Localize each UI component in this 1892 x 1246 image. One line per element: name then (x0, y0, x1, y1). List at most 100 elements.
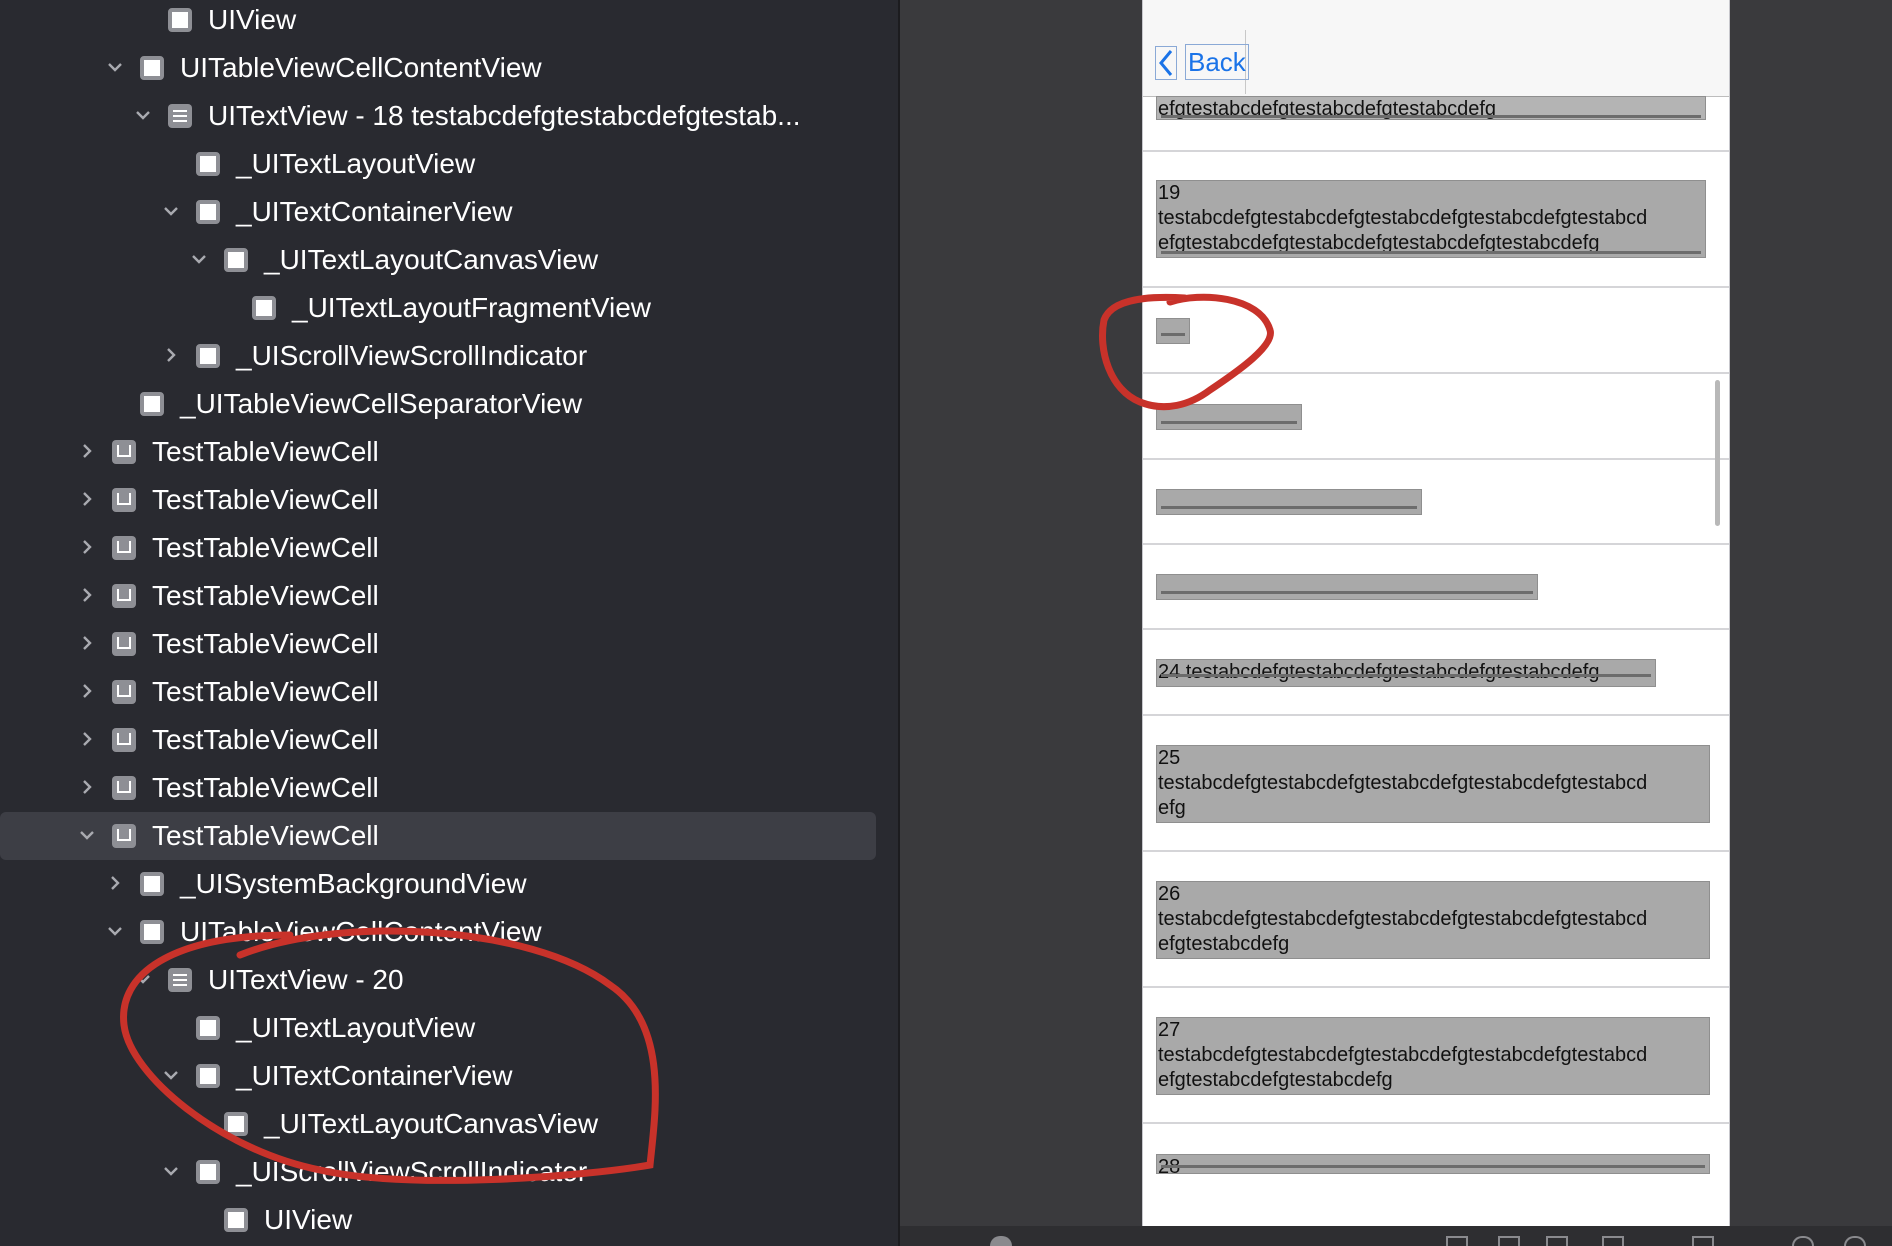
frame-icon[interactable] (1498, 1236, 1520, 1246)
disclosure-collapsed-icon[interactable] (162, 346, 180, 364)
hierarchy-row[interactable]: UIView (0, 1196, 898, 1244)
hierarchy-row[interactable]: _UITextLayoutView (0, 1004, 898, 1052)
hierarchy-row[interactable]: _UITableViewCellSeparatorView (0, 380, 898, 428)
text-view-icon (168, 104, 192, 128)
hierarchy-row[interactable]: _UITextLayoutFragmentView (0, 284, 898, 332)
view-icon (168, 8, 192, 32)
cell-separator (1143, 628, 1729, 630)
back-chevron-icon (1155, 46, 1177, 80)
cube-icon[interactable] (1692, 1236, 1714, 1246)
hierarchy-row-label: _UITextContainerView (236, 1060, 513, 1091)
hierarchy-row[interactable]: TestTableViewCell (0, 476, 898, 524)
disclosure-collapsed-icon[interactable] (78, 682, 96, 700)
hierarchy-row[interactable]: _UITextLayoutView (0, 140, 898, 188)
text-view[interactable] (1156, 404, 1302, 430)
disclosure-collapsed-icon[interactable] (78, 442, 96, 460)
text-line: efgtestabcdefg (1158, 933, 1290, 955)
disclosure-expanded-icon[interactable] (134, 970, 152, 988)
strike-line (1161, 591, 1533, 594)
disclosure-collapsed-icon[interactable] (78, 634, 96, 652)
text-view[interactable]: 24 testabcdefgtestabcdefgtestabcdefgtest… (1156, 659, 1656, 687)
view-icon (224, 1208, 248, 1232)
hierarchy-row-label: TestTableViewCell (152, 676, 379, 707)
text-line: efg (1158, 797, 1186, 819)
hierarchy-row[interactable]: TestTableViewCell (0, 716, 898, 764)
canvas-area: Back efgtestabcdefgtestabcdefgtestabcdef… (900, 0, 1892, 1246)
strike-line (1161, 1165, 1705, 1168)
disclosure-collapsed-icon[interactable] (78, 538, 96, 556)
text-view[interactable]: 25 testabcdefgtestabcdefgtestabcdefgtesta… (1156, 745, 1710, 823)
hierarchy-row-label: TestTableViewCell (152, 628, 379, 659)
hierarchy-row[interactable]: TestTableViewCell (0, 668, 898, 716)
text-view[interactable] (1156, 574, 1538, 600)
hierarchy-row-label: _UITextLayoutView (236, 1012, 476, 1043)
disclosure-expanded-icon[interactable] (162, 1162, 180, 1180)
text-view[interactable] (1156, 318, 1190, 344)
hierarchy-row[interactable]: _UIScrollViewScrollIndicator (0, 1148, 898, 1196)
hierarchy-row-label: UITableViewCellContentView (180, 916, 542, 947)
disclosure-expanded-icon[interactable] (134, 106, 152, 124)
disclosure-collapsed-icon[interactable] (78, 490, 96, 508)
text-view[interactable]: 27 testabcdefgtestabcdefgtestabcdefgtesta… (1156, 1017, 1710, 1095)
cell-separator (1143, 850, 1729, 852)
hierarchy-row[interactable]: _UITextContainerView (0, 1052, 898, 1100)
back-button[interactable]: Back (1143, 30, 1249, 94)
strike-line (1161, 333, 1185, 336)
hierarchy-row[interactable]: _UIScrollViewScrollIndicator (0, 332, 898, 380)
disclosure-expanded-icon[interactable] (162, 1066, 180, 1084)
text-line: testabcdefgtestabcdefgtestabcdefgtestabc… (1158, 1044, 1648, 1066)
disclosure-expanded-icon[interactable] (162, 202, 180, 220)
hierarchy-row[interactable]: TestTableViewCell (0, 812, 876, 860)
text-line: testabcdefgtestabcdefgtestabcdefgtestabc… (1158, 908, 1648, 930)
view-icon (252, 296, 276, 320)
layers-icon[interactable] (1602, 1236, 1624, 1246)
hierarchy-row[interactable]: TestTableViewCell (0, 524, 898, 572)
hierarchy-row[interactable]: TestTableViewCell (0, 572, 898, 620)
disclosure-collapsed-icon[interactable] (78, 586, 96, 604)
hierarchy-row-label: TestTableViewCell (152, 724, 379, 755)
disclosure-collapsed-icon[interactable] (78, 778, 96, 796)
hierarchy-row[interactable]: TestTableViewCell (0, 428, 898, 476)
text-view[interactable]: 19 testabcdefgtestabcdefgtestabcdefgtesta… (1156, 180, 1706, 258)
text-view[interactable] (1156, 489, 1422, 515)
hierarchy-row-label: _UIScrollViewScrollIndicator (236, 1156, 588, 1187)
hierarchy-row-label: UIView (264, 1204, 353, 1235)
hierarchy-row[interactable]: UITextView - 18 testabcdefgtestabcdefgte… (0, 92, 898, 140)
hierarchy-row-label: _UISystemBackgroundView (180, 868, 527, 899)
hierarchy-row[interactable]: TestTableViewCell (0, 764, 898, 812)
hierarchy-row[interactable]: UITableViewCellContentView (0, 44, 898, 92)
text-view[interactable]: efgtestabcdefgtestabcdefgtestabcdefg (1156, 96, 1706, 120)
scroll-indicator[interactable] (1715, 380, 1720, 526)
hierarchy-row-label: UITableViewCellContentView (180, 52, 542, 83)
hierarchy-row-label: _UITextLayoutView (236, 148, 476, 179)
text-view[interactable]: 28 (1156, 1154, 1710, 1174)
hierarchy-row-label: _UITextLayoutFragmentView (292, 292, 651, 323)
grid-icon[interactable] (1546, 1236, 1568, 1246)
view-icon (224, 248, 248, 272)
hierarchy-row-label: _UITextLayoutCanvasView (264, 1108, 599, 1139)
hierarchy-row[interactable]: UIView (0, 0, 898, 44)
view-icon (196, 344, 220, 368)
table-cell-icon (112, 728, 136, 752)
disclosure-expanded-icon[interactable] (106, 58, 124, 76)
table-cell-icon (112, 440, 136, 464)
strike-line (1161, 115, 1701, 118)
hierarchy-row[interactable]: _UISystemBackgroundView (0, 860, 898, 908)
hierarchy-row-label: TestTableViewCell (152, 580, 379, 611)
disclosure-expanded-icon[interactable] (190, 250, 208, 268)
disclosure-collapsed-icon[interactable] (106, 874, 124, 892)
hierarchy-row[interactable]: _UITextContainerView (0, 188, 898, 236)
disclosure-expanded-icon[interactable] (78, 826, 96, 844)
cell-separator (1143, 986, 1729, 988)
hierarchy-row[interactable]: _UITextLayoutCanvasView (0, 236, 898, 284)
hierarchy-row[interactable]: UITableViewCellContentView (0, 908, 898, 956)
hierarchy-row[interactable]: TestTableViewCell (0, 620, 898, 668)
disclosure-collapsed-icon[interactable] (78, 730, 96, 748)
hierarchy-row[interactable]: _UITextLayoutCanvasView (0, 1100, 898, 1148)
text-view[interactable]: 26 testabcdefgtestabcdefgtestabcdefgtesta… (1156, 881, 1710, 959)
text-line: 26 (1158, 883, 1181, 905)
cell-separator (1143, 372, 1729, 374)
hierarchy-row[interactable]: UITextView - 20 (0, 956, 898, 1004)
disclosure-expanded-icon[interactable] (106, 922, 124, 940)
frame-icon[interactable] (1446, 1236, 1468, 1246)
